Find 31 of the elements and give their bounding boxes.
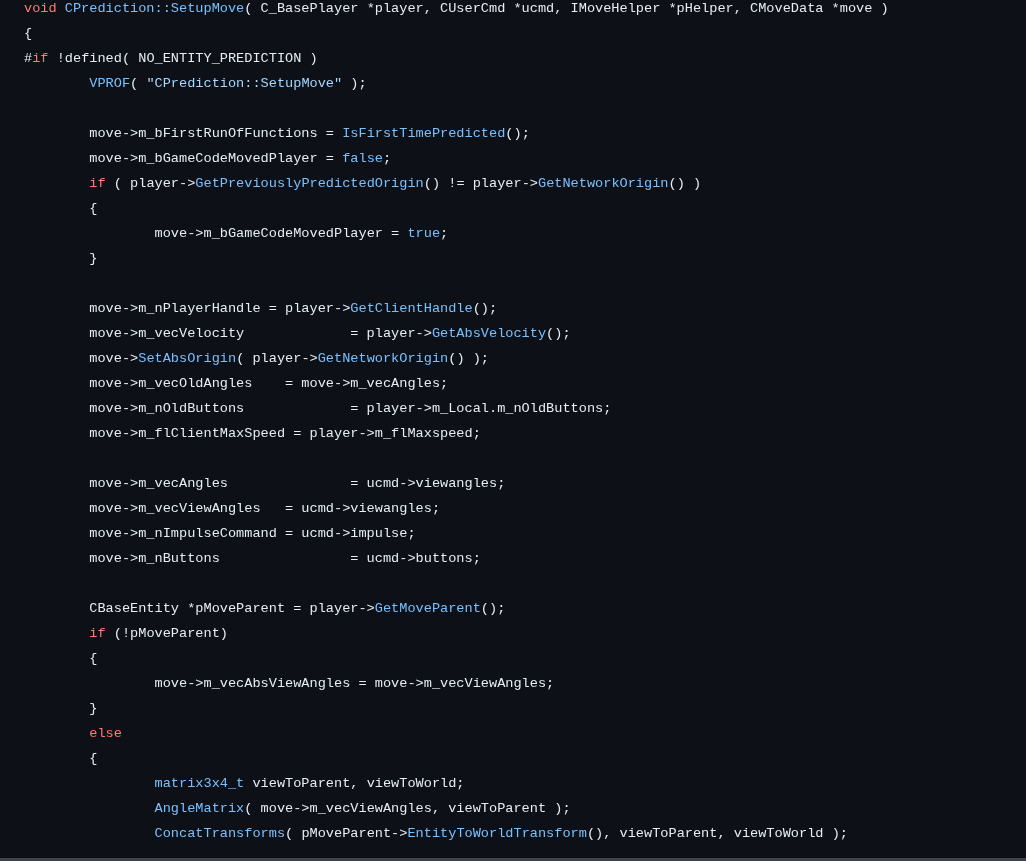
code-line: move->m_nImpulseCommand = ucmd->impulse;	[88, 526, 416, 541]
code-line: move->m_nOldButtons = player->m_Local.m_nOldButtons;	[88, 401, 612, 416]
code-line: AngleMatrix( move->m_vecViewAngles, viewToParent );	[153, 801, 571, 816]
code-line: ConcatTransforms( pMoveParent->EntityToWorldTransform(), viewToParent, viewToWorld );	[153, 826, 848, 841]
code-line: {	[88, 751, 98, 766]
code-line: VPROF( "CPrediction::SetupMove" );	[88, 76, 367, 91]
code-line: move->m_vecOldAngles = move->m_vecAngles;	[88, 376, 449, 391]
code-line: move->m_bGameCodeMovedPlayer = true;	[153, 226, 449, 241]
code-line: }	[88, 701, 98, 716]
code-line: void CPrediction::SetupMove( C_BasePlayer *player, CUserCmd *ucmd, IMoveHelper *pHelper, CMoveData *move )	[24, 1, 889, 16]
code-line: else	[88, 726, 122, 741]
code-line: move->m_nButtons = ucmd->buttons;	[88, 551, 481, 566]
code-line: move->m_bFirstRunOfFunctions = IsFirstTimePredicted();	[88, 126, 530, 141]
code-line: move->m_vecViewAngles = ucmd->viewangles;	[88, 501, 441, 516]
code-line: matrix3x4_t viewToParent, viewToWorld;	[153, 776, 465, 791]
code-line: if ( player->GetPreviouslyPredictedOrigin() != player->GetNetworkOrigin() )	[88, 176, 702, 191]
code-line: move->m_vecAbsViewAngles = move->m_vecViewAngles;	[153, 676, 555, 691]
code-line: CBaseEntity *pMoveParent = player->GetMoveParent();	[88, 601, 506, 616]
code-line: move->m_nPlayerHandle = player->GetClientHandle();	[88, 301, 498, 316]
code-line: move->m_vecAngles = ucmd->viewangles;	[88, 476, 506, 491]
code-line: move->m_bGameCodeMovedPlayer = false;	[88, 151, 392, 166]
code-line: move->m_vecVelocity = player->GetAbsVelocity();	[88, 326, 571, 341]
code-line: {	[24, 26, 33, 41]
code-line: move->m_flClientMaxSpeed = player->m_flMaxspeed;	[88, 426, 481, 441]
code-line: #if !defined( NO_ENTITY_PREDICTION )	[24, 51, 318, 66]
code-line: }	[88, 251, 98, 266]
scrollbar[interactable]	[0, 858, 1026, 861]
code-line: {	[88, 651, 98, 666]
code-line: if (!pMoveParent)	[88, 626, 228, 641]
code-line: {	[88, 201, 98, 216]
code-line: move->SetAbsOrigin( player->GetNetworkOrigin() );	[88, 351, 490, 366]
